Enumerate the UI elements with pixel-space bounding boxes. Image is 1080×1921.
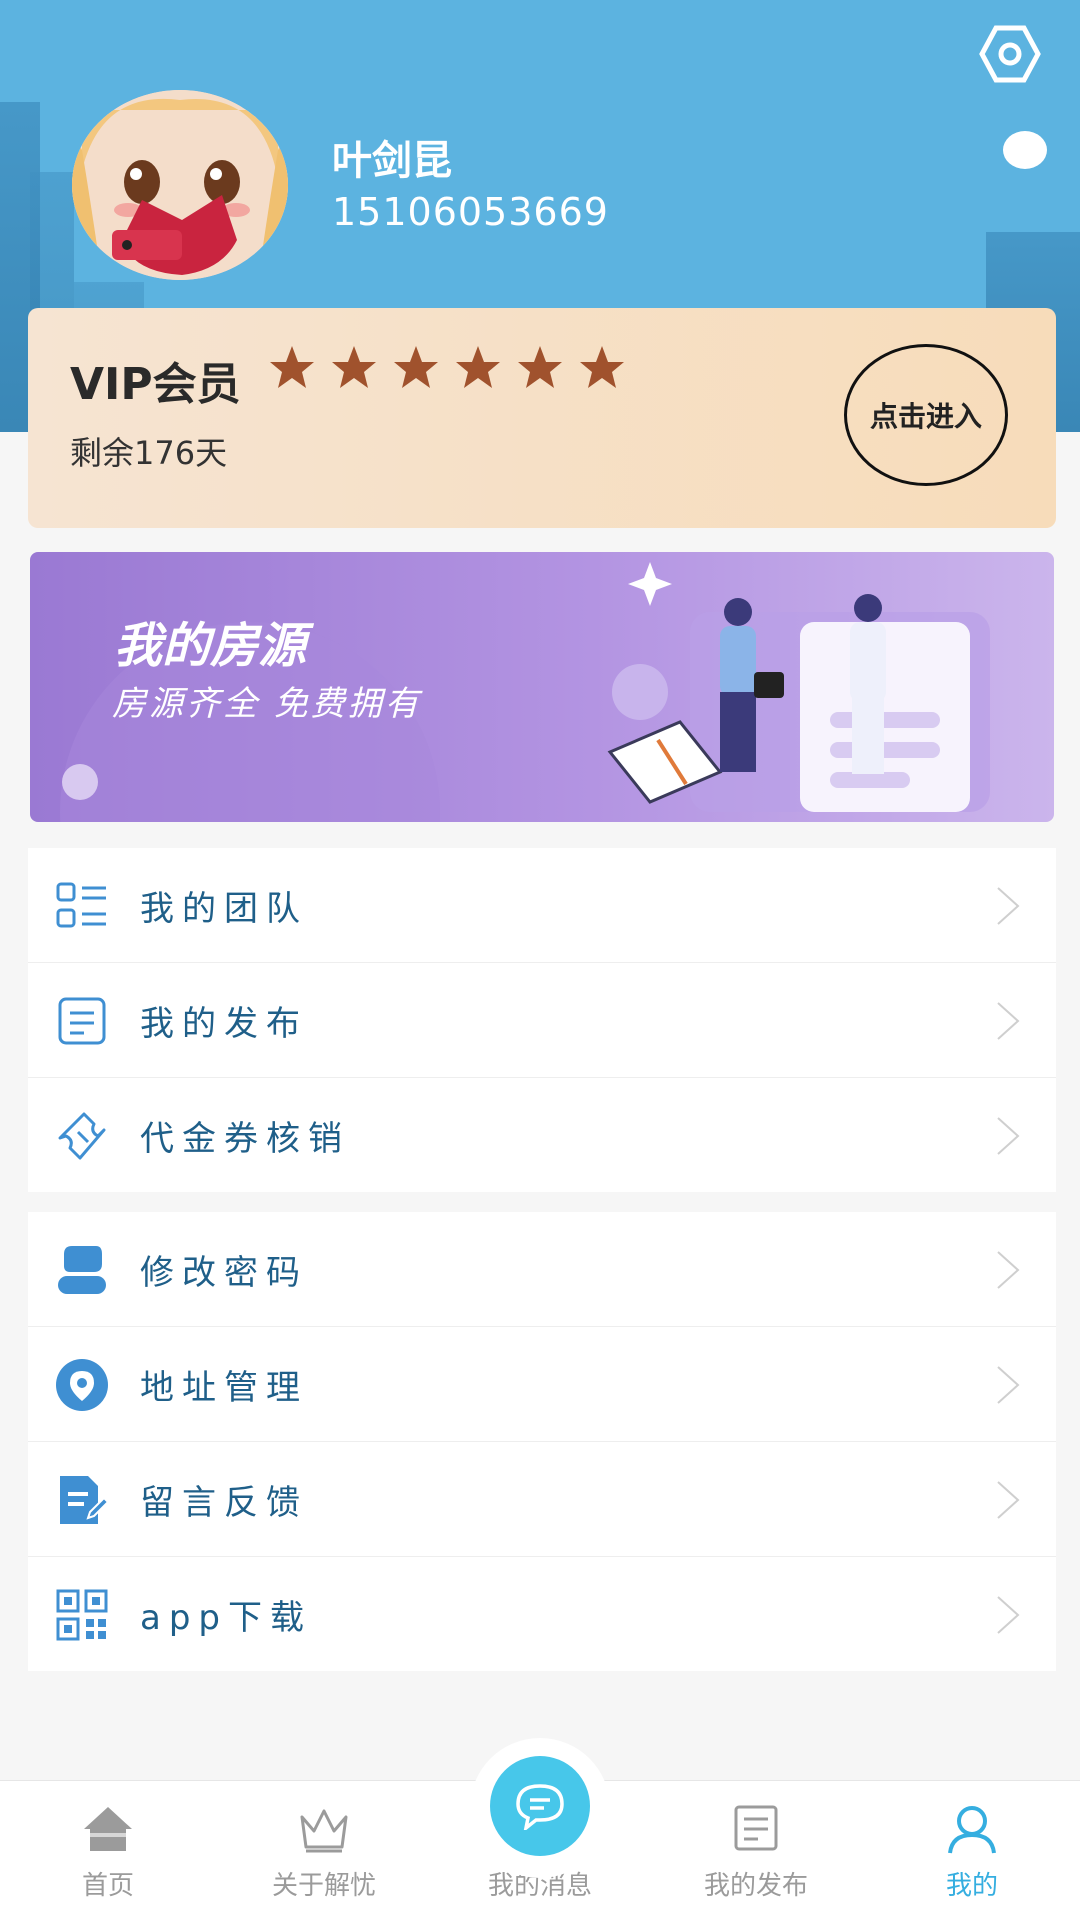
tab-mine[interactable]: 我的 bbox=[864, 1781, 1080, 1921]
my-listings-banner[interactable]: 我的房源 房源齐全 免费拥有 bbox=[30, 552, 1054, 822]
home-icon bbox=[84, 1807, 132, 1851]
coupon-icon bbox=[58, 1112, 106, 1160]
menu-item-label: 留言反馈 bbox=[140, 1482, 308, 1523]
banner-title: 我的房源 bbox=[114, 618, 307, 674]
menu-item-my-publish[interactable]: 我的发布 bbox=[28, 963, 1056, 1078]
vip-remaining-days: 剩余176天 bbox=[70, 434, 228, 472]
tab-label: 首页 bbox=[81, 1871, 134, 1901]
tab-my-publish[interactable]: 我的发布 bbox=[648, 1781, 864, 1921]
messages-center-button[interactable] bbox=[490, 1756, 590, 1856]
vip-card: VIP会员 剩余176天 点击进入 bbox=[28, 308, 1056, 528]
location-icon bbox=[56, 1359, 108, 1411]
user-phone: 15106053669 bbox=[332, 190, 609, 234]
feedback-icon bbox=[60, 1476, 110, 1524]
tab-label: 我的发布 bbox=[703, 1871, 808, 1901]
chevron-right-icon bbox=[997, 1481, 1020, 1519]
menu-item-address[interactable]: 地址管理 bbox=[28, 1327, 1056, 1442]
star-icon bbox=[332, 346, 376, 388]
user-icon bbox=[948, 1806, 996, 1854]
menu-group-primary: 我的团队 我的发布 代金券核销 bbox=[28, 848, 1056, 1192]
qrcode-icon bbox=[56, 1589, 108, 1641]
settings-icon[interactable] bbox=[978, 22, 1042, 86]
menu-item-change-password[interactable]: 修改密码 bbox=[28, 1212, 1056, 1327]
tab-label-active: 我的 bbox=[945, 1871, 998, 1901]
chevron-right-icon bbox=[997, 1002, 1020, 1040]
vip-stars bbox=[268, 344, 626, 392]
star-icon bbox=[456, 346, 500, 388]
menu-item-feedback[interactable]: 留言反馈 bbox=[28, 1442, 1056, 1557]
star-icon bbox=[580, 346, 624, 388]
menu-group-secondary: 修改密码 地址管理 留言反馈 app下载 bbox=[28, 1212, 1056, 1671]
user-password-icon bbox=[58, 1246, 106, 1294]
user-name: 叶剑昆 bbox=[332, 138, 452, 184]
team-icon bbox=[56, 882, 106, 928]
menu-item-label: app下载 bbox=[140, 1597, 312, 1638]
menu-item-label: 我的团队 bbox=[140, 888, 308, 929]
star-icon bbox=[518, 346, 562, 388]
tab-home[interactable]: 首页 bbox=[0, 1781, 216, 1921]
publish-icon bbox=[734, 1805, 778, 1851]
star-icon bbox=[394, 346, 438, 388]
menu-item-my-team[interactable]: 我的团队 bbox=[28, 848, 1056, 963]
menu-item-coupon-redeem[interactable]: 代金券核销 bbox=[28, 1078, 1056, 1192]
vip-enter-button[interactable]: 点击进入 bbox=[844, 344, 1008, 486]
avatar[interactable] bbox=[72, 90, 288, 280]
chevron-right-icon bbox=[997, 1251, 1020, 1289]
star-icon bbox=[270, 346, 314, 388]
chevron-right-icon bbox=[997, 1117, 1020, 1155]
menu-item-label: 地址管理 bbox=[140, 1367, 308, 1408]
tab-label: 关于解忧 bbox=[271, 1871, 376, 1901]
menu-item-app-download[interactable]: app下载 bbox=[28, 1557, 1056, 1671]
chat-icon bbox=[516, 1784, 564, 1830]
chevron-right-icon bbox=[997, 1366, 1020, 1404]
message-dot-icon[interactable] bbox=[1000, 128, 1050, 172]
banner-subtitle: 房源齐全 免费拥有 bbox=[112, 684, 422, 724]
menu-item-label: 代金券核销 bbox=[140, 1118, 350, 1159]
chevron-right-icon bbox=[997, 1596, 1020, 1634]
crown-icon bbox=[300, 1809, 348, 1853]
menu-item-label: 修改密码 bbox=[140, 1252, 308, 1293]
tab-about[interactable]: 关于解忧 bbox=[216, 1781, 432, 1921]
publish-icon bbox=[58, 997, 106, 1045]
chevron-right-icon bbox=[997, 887, 1020, 925]
menu-item-label: 我的发布 bbox=[140, 1003, 308, 1044]
vip-title: VIP会员 bbox=[70, 359, 241, 410]
